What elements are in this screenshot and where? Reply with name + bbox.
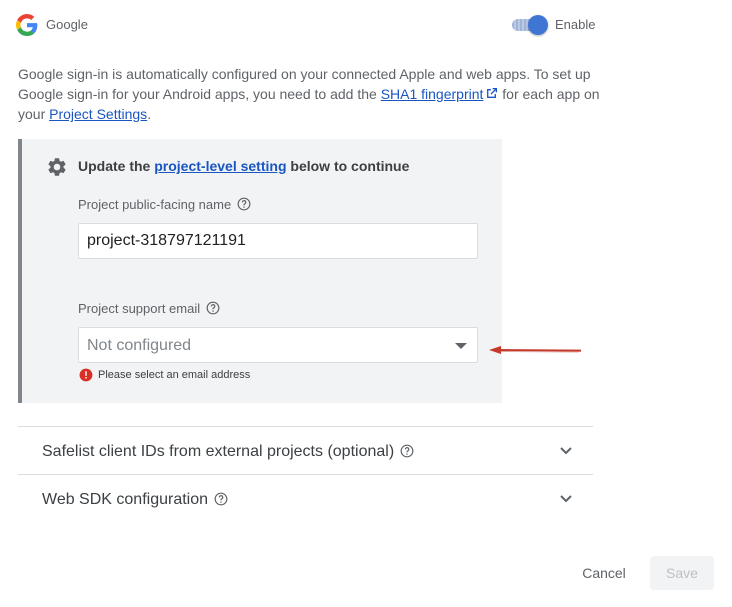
project-name-label: Project public-facing name [78,197,251,212]
help-icon[interactable] [206,301,220,315]
external-link-icon[interactable] [485,87,498,100]
safelist-client-ids-accordion[interactable]: Safelist client IDs from external projec… [18,428,593,474]
divider [18,426,593,427]
enable-toggle[interactable] [510,14,550,36]
help-icon[interactable] [400,444,414,458]
support-email-value: Not configured [87,337,192,354]
accordion-label: Web SDK configuration [42,491,228,509]
support-email-label: Project support email [78,301,220,316]
help-icon[interactable] [237,197,251,211]
accordion-label: Safelist client IDs from external projec… [42,443,414,461]
chevron-down-icon [560,447,572,455]
panel-title-suffix: below to continue [286,158,410,174]
sha1-fingerprint-link[interactable]: SHA1 fingerprint [381,86,484,102]
description-text: . [147,106,152,122]
divider [18,474,593,475]
project-name-input[interactable] [78,223,478,259]
dropdown-caret-icon [455,343,467,349]
project-settings-link[interactable]: Project Settings [49,106,147,122]
panel-title: Update the project-level setting below t… [78,158,409,174]
email-error-text: Please select an email address [98,369,251,381]
web-sdk-config-accordion[interactable]: Web SDK configuration [18,476,593,522]
project-name-label-text: Project public-facing name [78,197,232,212]
support-email-select[interactable]: Not configured [78,327,478,363]
enable-label: Enable [555,17,596,32]
accordion-label-text: Web SDK configuration [42,491,209,508]
chevron-down-icon [560,495,572,503]
gear-icon [48,158,66,176]
google-g-icon [16,14,38,36]
toggle-knob [528,15,548,35]
error-icon [79,368,93,382]
support-email-label-text: Project support email [78,301,201,316]
project-level-setting-link[interactable]: project-level setting [154,158,286,174]
accordion-label-text: Safelist client IDs from external projec… [42,443,395,460]
provider-name: Google [46,17,88,32]
help-icon[interactable] [214,492,228,506]
description: Google sign-in is automatically configur… [18,64,608,124]
annotation-arrow-icon [489,346,582,354]
save-button[interactable]: Save [650,556,714,590]
cancel-button[interactable]: Cancel [568,557,640,589]
update-settings-panel [18,139,502,403]
panel-title-prefix: Update the [78,158,155,174]
